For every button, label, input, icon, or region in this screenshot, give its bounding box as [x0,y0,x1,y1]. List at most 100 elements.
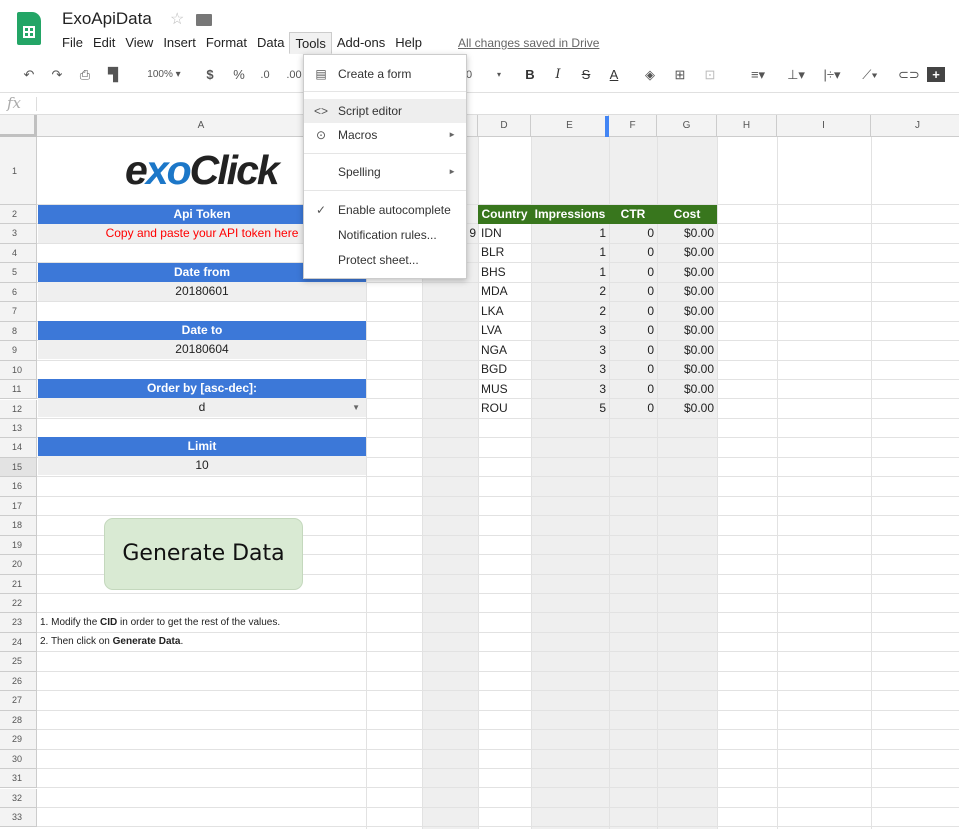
table-cell-ctr[interactable]: 0 [609,263,657,282]
menu-item-protect-sheet[interactable]: Protect sheet... [304,248,466,272]
table-cell-ctr[interactable]: 0 [609,321,657,340]
row-header[interactable]: 6 [0,282,37,303]
paint-format-icon[interactable]: ▜ [104,66,122,84]
menu-edit[interactable]: Edit [88,32,120,54]
row-header[interactable]: 28 [0,710,37,731]
order-by-select[interactable]: d ▼ [38,398,366,417]
row-header[interactable]: 4 [0,243,37,264]
table-cell-impressions[interactable]: 3 [531,341,609,360]
table-header-country[interactable]: Country [478,205,531,224]
row-header[interactable]: 19 [0,535,37,556]
row-header[interactable]: 26 [0,671,37,692]
text-color-icon[interactable]: A [604,66,624,84]
date-to-label[interactable]: Date to [38,321,366,340]
row-header[interactable]: 33 [0,807,37,828]
table-cell-impressions[interactable]: 3 [531,380,609,399]
column-header-g[interactable]: G [657,115,717,137]
instruction-1[interactable]: 1. Modify the CID in order to get the re… [40,613,366,632]
menu-item-notification-rules[interactable]: Notification rules... [304,223,466,247]
row-header[interactable]: 27 [0,691,37,711]
row-header[interactable]: 7 [0,302,37,322]
table-cell-cost[interactable]: $0.00 [657,341,717,360]
table-cell-ctr[interactable]: 0 [609,341,657,360]
bold-icon[interactable]: B [521,66,539,84]
save-status-link[interactable]: All changes saved in Drive [458,36,599,50]
row-header[interactable]: 30 [0,749,37,770]
table-cell-cost[interactable]: $0.00 [657,380,717,399]
menu-item-script-editor[interactable]: <> Script editor [304,99,466,123]
fill-color-icon[interactable]: ◈ [641,66,659,84]
table-cell-cost[interactable]: $0.00 [657,399,717,418]
borders-icon[interactable]: ⊞ [671,66,689,84]
table-cell-ctr[interactable]: 0 [609,302,657,321]
table-cell-ctr[interactable]: 0 [609,380,657,399]
table-cell-impressions[interactable]: 5 [531,399,609,418]
menu-format[interactable]: Format [201,32,252,54]
star-icon[interactable]: ☆ [170,9,184,29]
menu-item-create-form[interactable]: ▤ Create a form [304,62,466,86]
row-header[interactable]: 23 [0,613,37,633]
table-cell-impressions[interactable]: 1 [531,263,609,282]
increase-decimal-button[interactable]: .00 [283,66,305,84]
zoom-select[interactable]: 100% ▾ [140,66,188,84]
table-cell-impressions[interactable]: 2 [531,302,609,321]
sheets-logo-icon[interactable] [17,12,41,45]
table-cell-ctr[interactable]: 0 [609,282,657,301]
column-header-h[interactable]: H [717,115,777,137]
order-by-label[interactable]: Order by [asc-dec]: [38,379,366,398]
row-header[interactable]: 22 [0,594,37,614]
sheet-grid[interactable]: A B C D E F G H I J exoClick Api Token C… [0,115,959,829]
table-cell-cost[interactable]: $0.00 [657,360,717,379]
vertical-align-icon[interactable]: ⊥▾ [784,66,808,84]
document-title[interactable]: ExoApiData [62,9,152,29]
table-cell-impressions[interactable]: 1 [531,224,609,243]
table-header-cost[interactable]: Cost [657,205,717,224]
table-cell-country[interactable]: BHS [478,263,531,282]
row-header[interactable]: 13 [0,418,37,439]
redo-icon[interactable]: ↷ [48,66,66,84]
text-wrap-icon[interactable]: |÷▾ [818,66,846,84]
table-cell-impressions[interactable]: 1 [531,243,609,262]
table-cell-cost[interactable]: $0.00 [657,263,717,282]
table-cell-ctr[interactable]: 0 [609,360,657,379]
table-cell-country[interactable]: NGA [478,341,531,360]
select-all-corner[interactable] [0,115,37,137]
table-cell-country[interactable]: LVA [478,321,531,340]
row-header[interactable]: 31 [0,769,37,789]
row-header[interactable]: 21 [0,574,37,594]
row-header[interactable]: 1 [0,137,37,205]
decrease-decimal-button[interactable]: .0 [256,66,274,84]
row-header[interactable]: 29 [0,730,37,750]
percent-button[interactable]: % [231,66,247,84]
table-cell-country[interactable]: LKA [478,302,531,321]
date-from-value[interactable]: 20180601 [38,282,366,301]
folder-icon[interactable] [196,14,212,26]
limit-value[interactable]: 10 [38,456,366,475]
horizontal-align-icon[interactable]: ≡▾ [746,66,770,84]
undo-icon[interactable]: ↶ [20,66,38,84]
row-header[interactable]: 32 [0,788,37,808]
row-header[interactable]: 10 [0,360,37,381]
currency-button[interactable]: $ [203,66,217,84]
row-header[interactable]: 24 [0,632,37,653]
menu-help[interactable]: Help [390,32,427,54]
table-cell-ctr[interactable]: 0 [609,243,657,262]
column-header-f[interactable]: F [609,115,657,137]
table-cell-country[interactable]: IDN [478,224,531,243]
table-cell-ctr[interactable]: 0 [609,224,657,243]
insert-link-icon[interactable]: ⊂⊃ [898,66,920,84]
row-header[interactable]: 12 [0,399,37,419]
row-header[interactable]: 15 [0,457,37,478]
insert-comment-icon[interactable]: + [927,67,945,82]
date-to-value[interactable]: 20180604 [38,340,366,359]
table-cell-impressions[interactable]: 3 [531,321,609,340]
menu-file[interactable]: File [57,32,88,54]
chevron-down-icon[interactable]: ▼ [352,398,360,417]
table-header-ctr[interactable]: CTR [609,205,657,224]
row-header[interactable]: 11 [0,380,37,400]
table-cell-country[interactable]: ROU [478,399,531,418]
menu-data[interactable]: Data [252,32,289,54]
menu-tools[interactable]: Tools [289,32,332,54]
table-cell-country[interactable]: BGD [478,360,531,379]
row-header[interactable]: 8 [0,321,37,342]
